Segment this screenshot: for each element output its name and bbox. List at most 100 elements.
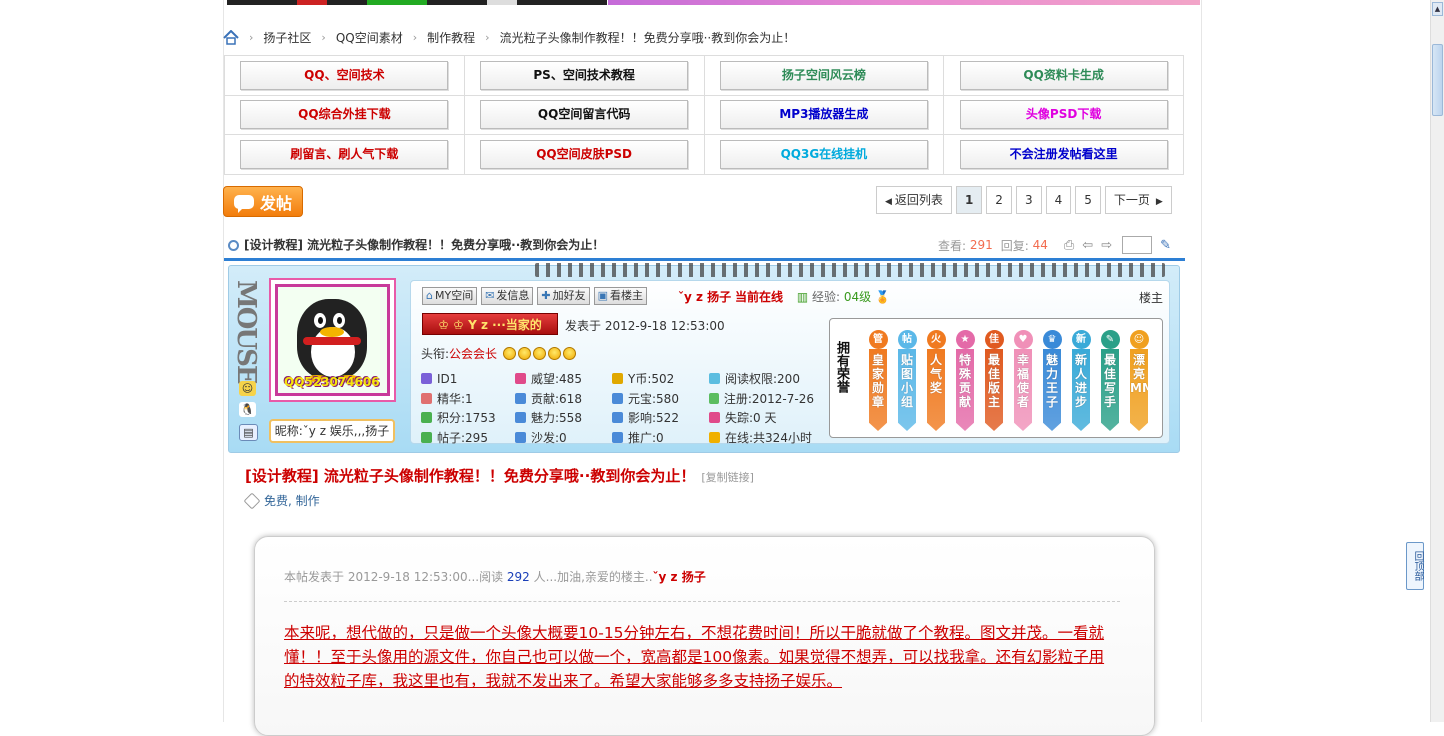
back-to-list-button[interactable]: ◀ 返回列表 <box>876 186 952 214</box>
medal[interactable]: ♥ 幸福使者 <box>1013 330 1033 431</box>
stat-icon <box>421 373 432 385</box>
breadcrumb-item-tutorials[interactable]: 制作教程 <box>427 29 475 46</box>
page-5-button[interactable]: 5 <box>1075 186 1101 214</box>
quick-link-button[interactable]: 刷留言、刷人气下载 <box>240 140 449 170</box>
avatar[interactable]: QQ523074606 <box>269 278 396 402</box>
scroll-up-arrow[interactable]: ▲ <box>1432 2 1443 16</box>
scrollbar-thumb[interactable] <box>1432 44 1443 116</box>
spiral-binding-decoration <box>535 263 1165 277</box>
quick-link-button[interactable]: QQ空间留言代码 <box>480 100 689 130</box>
medal[interactable]: ☺ 漂亮MM <box>1129 330 1149 431</box>
profile-card-icon[interactable]: ▤ <box>239 424 258 441</box>
quick-link-button[interactable]: QQ3G在线挂机 <box>719 140 928 170</box>
medal[interactable]: ✎ 最佳写手 <box>1100 330 1120 431</box>
author-stat: 影响:522 <box>612 408 709 428</box>
author-stat: 帖子:295 <box>421 428 515 448</box>
rank-badge: ♔ ♔ Y z ···当家的 <box>422 313 558 335</box>
quick-link-button[interactable]: QQ、空间技术 <box>240 60 449 90</box>
breadcrumb: › 扬子社区 › QQ空间素材 › 制作教程 › 流光粒子头像制作教程！！免费分… <box>223 27 795 47</box>
send-message-button[interactable]: ✉ 发信息 <box>481 287 534 305</box>
medal[interactable]: 新新人进步 <box>1071 330 1091 431</box>
post-body: 本来呢，想代做的，只是做一个头像大概要10-15分钟左右，不想花费时间！所以干脆… <box>284 624 1105 690</box>
medal-ribbon: 皇家勋章 <box>869 349 887 431</box>
medal[interactable]: ♛ 魅力王子 <box>1042 330 1062 431</box>
quick-link-button[interactable]: PS、空间技术教程 <box>480 60 689 90</box>
medal[interactable]: 管皇家勋章 <box>868 330 888 431</box>
back-to-top-button[interactable]: 回顶部 <box>1406 542 1424 590</box>
top-banner-left[interactable] <box>227 0 607 5</box>
new-post-label: 发帖 <box>259 193 292 213</box>
print-icon[interactable]: ⎙ <box>1064 238 1074 253</box>
medal-ribbon: 人气奖 <box>927 349 945 431</box>
previous-thread-icon[interactable]: ⇦ <box>1082 238 1093 253</box>
new-post-button[interactable]: 发帖 <box>223 186 303 217</box>
page-4-button[interactable]: 4 <box>1045 186 1072 214</box>
author-status-line: ˇy z 扬子 当前在线 ▥ 经验: 04级 🏅 <box>678 290 890 304</box>
medal-ribbon: 最佳版主 <box>985 349 1003 431</box>
next-page-button[interactable]: 下一页 ▶ <box>1104 186 1172 214</box>
jump-floor-input[interactable] <box>1122 236 1153 254</box>
post-tags: 免费, 制作 <box>243 492 320 509</box>
thread-title: [设计教程] 流光粒子头像制作教程！！免费分享哦··教到你会为止！ <box>228 236 604 253</box>
tag-links[interactable]: 免费, 制作 <box>264 492 320 509</box>
view-count: 291 <box>969 238 993 252</box>
quick-links-row: QQ综合外挂下载 QQ空间留言代码 MP3播放器生成 头像PSD下载 <box>224 94 1184 136</box>
go-icon[interactable]: ✎ <box>1160 238 1171 253</box>
view-op-only-button[interactable]: ▣ 看楼主 <box>593 287 648 305</box>
tag-icon <box>243 492 261 509</box>
quick-link-button[interactable]: 扬子空间风云榜 <box>719 60 928 90</box>
breadcrumb-separator: › <box>321 30 326 44</box>
medal-icon: ♥ <box>1013 330 1033 349</box>
quick-link-button[interactable]: 不会注册发帖看这里 <box>959 140 1168 170</box>
author-stat: 在线:共324小时 <box>709 428 814 448</box>
level-value: 04级 <box>843 290 872 304</box>
breadcrumb-item-thread[interactable]: 流光粒子头像制作教程！！免费分享哦··教到你会为止！ <box>500 29 796 46</box>
thread-header: [设计教程] 流光粒子头像制作教程！！免费分享哦··教到你会为止！ 查看: 29… <box>224 232 1185 261</box>
medal[interactable]: 帖贴图小组 <box>897 330 917 431</box>
author-stat: ID1 <box>421 369 515 389</box>
qq-icon[interactable]: 🐧 <box>239 402 256 417</box>
breadcrumb-item-community[interactable]: 扬子社区 <box>263 29 311 46</box>
author-title: 头衔: 公会会长 <box>421 345 577 362</box>
stat-icon <box>515 373 526 385</box>
stat-icon <box>421 392 432 404</box>
medal-icon: ★ <box>955 330 975 349</box>
home-icon[interactable] <box>223 29 239 45</box>
smiley-icon <box>563 347 577 360</box>
my-space-button[interactable]: ⌂ MY空间 <box>422 287 478 305</box>
post-time: 发表于 2012-9-18 12:53:00 <box>565 319 725 333</box>
side-decoration-text: MOUSE <box>231 280 261 383</box>
notice-username[interactable]: ˇy z 扬子 <box>653 570 706 584</box>
quick-links-row: QQ、空间技术 PS、空间技术教程 扬子空间风云榜 QQ资料卡生成 <box>224 55 1184 96</box>
breadcrumb-item-materials[interactable]: QQ空间素材 <box>336 29 403 46</box>
stat-icon <box>709 392 719 404</box>
speech-bubble-icon <box>233 194 254 213</box>
copy-link[interactable]: [复制链接] <box>701 471 754 484</box>
add-friend-button[interactable]: ✚ 加好友 <box>537 287 590 305</box>
smiley-icon <box>533 347 547 360</box>
medal[interactable]: 佳最佳版主 <box>984 330 1004 431</box>
post-title: [设计教程] 流光粒子头像制作教程！！免费分享哦··教到你会为止！ [复制链接] <box>245 467 754 485</box>
quick-link-button[interactable]: QQ资料卡生成 <box>959 60 1168 90</box>
medal[interactable]: 火人气奖 <box>926 330 946 431</box>
medal-ribbon: 最佳写手 <box>1101 349 1119 431</box>
top-banner-right[interactable] <box>608 0 1200 5</box>
stat-icon <box>515 412 526 424</box>
medal-ribbon: 魅力王子 <box>1043 349 1061 431</box>
medal-ribbon: 新人进步 <box>1072 349 1090 431</box>
stat-icon <box>421 412 432 424</box>
next-thread-icon[interactable]: ⇨ <box>1101 238 1112 253</box>
quick-link-button[interactable]: QQ空间皮肤PSD <box>480 140 689 170</box>
page-3-button[interactable]: 3 <box>1015 186 1042 214</box>
reply-count: 44 <box>1032 238 1048 252</box>
page-1-button[interactable]: 1 <box>955 186 983 214</box>
quick-link-button[interactable]: 头像PSD下载 <box>959 100 1168 130</box>
page-2-button[interactable]: 2 <box>986 186 1012 214</box>
medal[interactable]: ★ 特殊贡献 <box>955 330 975 431</box>
author-username[interactable]: ˇy z 扬子 <box>678 290 731 304</box>
author-stat: 魅力:558 <box>515 408 612 428</box>
author-stat: 注册:2012-7-26 <box>709 389 814 409</box>
quick-link-button[interactable]: MP3播放器生成 <box>719 100 928 130</box>
quick-link-button[interactable]: QQ综合外挂下载 <box>240 100 449 130</box>
read-count: 292 <box>506 570 530 584</box>
